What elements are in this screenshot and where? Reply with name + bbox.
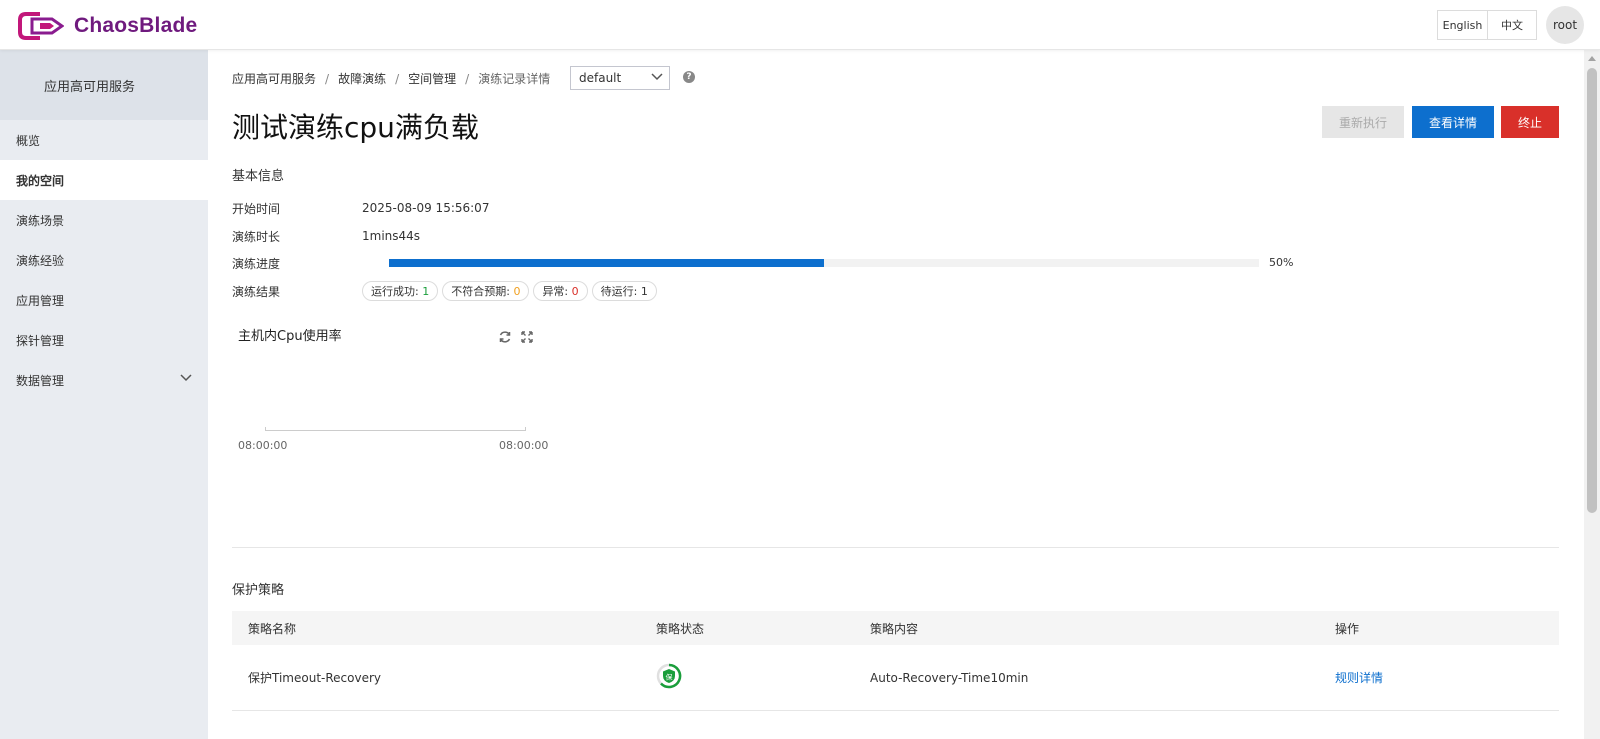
chart-tick-label: 08:00:00: [499, 439, 549, 452]
start-time-value: 2025-08-09 15:56:07: [362, 201, 490, 215]
chart-tick-mark: [265, 427, 266, 431]
info-label: 演练时长: [232, 229, 281, 244]
sidebar-item-probe-management[interactable]: 探针管理: [0, 320, 208, 360]
user-avatar[interactable]: root: [1546, 6, 1584, 44]
result-tag-unexpected: 不符合预期: 0: [442, 281, 530, 301]
chart-tick-mark: [525, 427, 526, 431]
sidebar-item-my-space[interactable]: 我的空间: [0, 160, 208, 200]
sidebar-item-label: 演练经验: [16, 253, 65, 268]
info-row-result: 演练结果 运行成功: 1 不符合预期: 0 异常: 0 待运行: 1: [232, 281, 1332, 301]
result-tag-success: 运行成功: 1: [362, 281, 439, 301]
scroll-up-arrow[interactable]: [1588, 56, 1596, 61]
breadcrumb-separator: /: [325, 71, 330, 86]
result-tag-pending: 待运行: 1: [591, 281, 657, 301]
sidebar-title: 应用高可用服务: [0, 50, 208, 120]
info-label: 开始时间: [232, 201, 281, 216]
logo-text: ChaosBlade: [74, 14, 198, 37]
policy-status: 保: [656, 663, 682, 692]
info-row-duration: 演练时长 1mins44s: [232, 226, 1332, 246]
stop-button[interactable]: 终止: [1501, 106, 1559, 138]
tag-count: 1: [640, 284, 648, 298]
info-row-progress: 演练进度 50%: [232, 253, 1332, 273]
rule-details-link[interactable]: 规则详情: [1335, 669, 1383, 686]
status-char: 保: [666, 673, 673, 682]
refresh-icon[interactable]: [498, 330, 512, 344]
shield-status-icon: 保: [656, 663, 682, 689]
tag-count: 0: [513, 284, 521, 298]
tag-label: 待运行:: [600, 285, 638, 298]
chart-tick-label: 08:00:00: [238, 439, 288, 452]
sidebar-item-experience[interactable]: 演练经验: [0, 240, 208, 280]
chart-title: 主机内Cpu使用率: [238, 329, 342, 344]
column-header: 策略状态: [656, 621, 705, 636]
breadcrumb-item[interactable]: 空间管理: [408, 70, 456, 87]
basic-info-title: 基本信息: [232, 169, 285, 184]
sidebar-item-label: 概览: [16, 133, 41, 148]
chaosblade-logo-icon: [18, 12, 64, 40]
tag-count: 1: [422, 284, 430, 298]
app-logo[interactable]: ChaosBlade: [18, 10, 197, 42]
tag-count: 0: [571, 284, 579, 298]
tag-label: 不符合预期:: [451, 285, 510, 298]
view-details-button[interactable]: 查看详情: [1412, 106, 1494, 138]
column-header: 策略内容: [870, 621, 919, 636]
namespace-select-value: default: [579, 71, 622, 85]
chevron-down-icon: [180, 374, 192, 382]
rerun-button[interactable]: 重新执行: [1322, 106, 1404, 138]
help-icon[interactable]: ?: [683, 71, 695, 83]
lang-chinese-button[interactable]: 中文: [1488, 10, 1537, 40]
progress-bar: [389, 259, 1259, 267]
table-row: 保护Timeout-Recovery 保 Auto-Recovery-Time1…: [232, 645, 1559, 711]
progress-bar-fill: [389, 259, 824, 267]
table-header: 策略名称 策略状态 策略内容 操作: [232, 611, 1559, 645]
column-header: 策略名称: [248, 621, 297, 636]
policy-name: 保护Timeout-Recovery: [248, 671, 381, 685]
main-content: 应用高可用服务 / 故障演练 / 空间管理 / 演练记录详情 default ?…: [208, 50, 1584, 739]
language-switch: English 中文: [1437, 10, 1537, 40]
breadcrumb-item[interactable]: 应用高可用服务: [232, 70, 316, 87]
breadcrumb-separator: /: [395, 71, 400, 86]
tag-label: 异常:: [542, 285, 569, 298]
scroll-thumb[interactable]: [1587, 68, 1597, 513]
sidebar-item-data-management[interactable]: 数据管理: [0, 360, 208, 400]
info-label: 演练进度: [232, 256, 281, 271]
breadcrumb: 应用高可用服务 / 故障演练 / 空间管理 / 演练记录详情: [232, 70, 550, 87]
breadcrumb-separator: /: [465, 71, 470, 86]
breadcrumb-item[interactable]: 故障演练: [338, 70, 386, 87]
sidebar-item-label: 探针管理: [16, 333, 65, 348]
page-title: 测试演练cpu满负载: [232, 111, 479, 144]
namespace-select[interactable]: default: [570, 66, 670, 90]
progress-percent: 50%: [1269, 256, 1294, 269]
sidebar: 应用高可用服务 概览 我的空间 演练场景 演练经验 应用管理 探针管理 数据管理: [0, 50, 208, 739]
fullscreen-icon[interactable]: [520, 330, 534, 344]
sidebar-item-overview[interactable]: 概览: [0, 120, 208, 160]
chevron-down-icon: [651, 73, 663, 81]
duration-value: 1mins44s: [362, 229, 421, 243]
breadcrumb-current: 演练记录详情: [478, 72, 551, 86]
tag-label: 运行成功:: [371, 285, 419, 298]
info-label: 演练结果: [232, 284, 281, 299]
info-row-start-time: 开始时间 2025-08-09 15:56:07: [232, 198, 1332, 218]
sidebar-item-app-management[interactable]: 应用管理: [0, 280, 208, 320]
vertical-scrollbar[interactable]: [1584, 50, 1600, 739]
chart-toolbar: [498, 330, 542, 344]
sidebar-item-label: 演练场景: [16, 213, 65, 228]
lang-english-button[interactable]: English: [1437, 10, 1488, 40]
section-divider: [232, 547, 1559, 548]
protection-title: 保护策略: [232, 583, 285, 598]
column-header: 操作: [1335, 621, 1360, 636]
protection-table: 策略名称 策略状态 策略内容 操作 保护Timeout-Recovery 保 A…: [232, 611, 1559, 711]
top-header: ChaosBlade English 中文 root: [0, 0, 1600, 50]
sidebar-item-label: 数据管理: [16, 373, 65, 388]
policy-content: Auto-Recovery-Time10min: [870, 670, 1029, 685]
result-tag-error: 异常: 0: [533, 281, 588, 301]
sidebar-item-label: 应用管理: [16, 293, 65, 308]
chart-x-axis: [265, 430, 526, 431]
sidebar-item-scenarios[interactable]: 演练场景: [0, 200, 208, 240]
sidebar-item-label: 我的空间: [16, 173, 65, 188]
